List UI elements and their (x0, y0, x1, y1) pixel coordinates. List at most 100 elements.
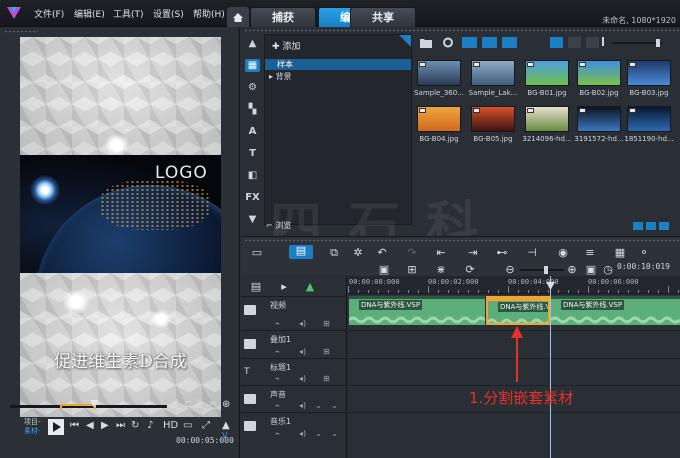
media-thumbnail[interactable] (471, 106, 515, 132)
lock-icon[interactable]: ⌁ (275, 401, 280, 410)
fullscreen-icon[interactable]: ⤢ (202, 420, 210, 431)
video-clip[interactable]: DNA与紫外线.VSP (551, 296, 680, 325)
media-thumbnail[interactable] (627, 106, 671, 132)
music-lane[interactable] (348, 412, 680, 440)
chevron-up-icon[interactable]: ▲ (222, 420, 230, 431)
zoom-in-icon[interactable]: ⊕ (565, 264, 579, 276)
zoom-out-icon[interactable]: ⊖ (503, 264, 517, 276)
tools-icon[interactable]: ✲ (351, 247, 365, 259)
record-icon[interactable]: ◉ (556, 247, 570, 259)
track-head[interactable]: 视频 ⌁ ◂) ⊞ (241, 296, 347, 330)
scroll-down-icon[interactable]: ▼ (245, 213, 260, 226)
playhead[interactable] (550, 276, 551, 458)
media-thumbnail[interactable] (417, 60, 461, 86)
graphic-icon[interactable]: ◧ (245, 169, 260, 182)
preview-timecode[interactable]: 00:00:05:000 (176, 436, 234, 446)
subtitle-icon[interactable]: ▣ (377, 264, 391, 276)
next-frame-icon[interactable]: ▶ (101, 420, 109, 431)
redo-icon[interactable]: ↷ (405, 247, 419, 259)
time-ruler[interactable]: 00:00:00:000 00:00:02:000 00:00:04:000 0… (348, 276, 680, 294)
home-tab[interactable] (227, 7, 249, 27)
play-button[interactable] (48, 419, 64, 435)
track-head[interactable]: 叠加1 ⌁ ◂) ⊞ (241, 330, 347, 358)
preview-scrubber[interactable] (10, 400, 167, 409)
track-head[interactable]: 声音 ⌁ ◂) ⌄ ⌄ (241, 385, 347, 412)
lock-icon[interactable]: ⌁ (275, 347, 280, 356)
folder-item-sample[interactable]: 样本 (265, 59, 411, 70)
timeline-duration[interactable]: 0:00:10:019 (617, 262, 670, 271)
lock-icon[interactable]: ⌁ (275, 319, 280, 328)
fit-project-icon[interactable]: ▣ (584, 264, 598, 276)
grid-icon[interactable]: ⊞ (405, 264, 419, 276)
track-options-icon[interactable]: ⊞ (323, 347, 330, 356)
track-head[interactable]: T 标题1 ⌁ ◂) ⊞ (241, 358, 347, 385)
volume-icon[interactable]: ♪ (147, 420, 153, 431)
lock-icon[interactable]: ⌁ (275, 374, 280, 383)
scissors-icon[interactable]: ✂ (209, 399, 217, 410)
media-thumbnail[interactable] (577, 60, 621, 86)
video-filter-icon[interactable] (462, 37, 477, 48)
ripple-icon[interactable]: ⇥ (466, 247, 480, 259)
audio-filter-icon[interactable] (502, 37, 517, 48)
video-clip[interactable]: DNA与紫外线.VSP (349, 296, 485, 325)
film-icon[interactable]: ▦ (613, 247, 627, 259)
aspect-icon[interactable]: ▭ (183, 420, 192, 431)
prev-frame-icon[interactable]: ◀ (86, 420, 94, 431)
tab-share[interactable]: 共享 (350, 7, 416, 27)
mixer-icon[interactable]: ≡ (583, 247, 597, 259)
tab-capture[interactable]: 捕获 (250, 7, 316, 27)
mute-icon[interactable]: ◂) (299, 374, 306, 383)
transition-icon[interactable]: ▚ (245, 103, 260, 116)
clip-mode-label[interactable]: 素材- (24, 427, 41, 435)
title-icon[interactable]: T (245, 147, 260, 160)
playback-mode-selector[interactable]: 项目- 素材- (24, 418, 41, 436)
trim-range[interactable] (60, 404, 96, 409)
add-folder-button[interactable]: ✚ 添加 (272, 39, 300, 52)
more-icon[interactable]: ⌄ (331, 429, 338, 438)
menu-settings[interactable]: 设置(S) (153, 7, 184, 20)
add-track-icon[interactable]: ▲ (303, 281, 317, 293)
library-option-icon[interactable] (646, 222, 656, 230)
video-clip-selected[interactable]: DNA与紫外线.VSP (486, 296, 550, 325)
size-icon[interactable]: HD (163, 420, 178, 431)
track-options-icon[interactable]: ⊞ (323, 319, 330, 328)
track-head[interactable]: 音乐1 ⌁ ◂) ⌄ ⌄ (241, 412, 347, 440)
chapter-icon[interactable]: ▸ (277, 281, 291, 293)
media-icon[interactable]: ▦ (245, 59, 260, 72)
media-thumbnail[interactable] (417, 106, 461, 132)
mute-icon[interactable]: ◂) (299, 429, 306, 438)
media-thumbnail[interactable] (525, 60, 569, 86)
split-audio-icon[interactable]: ⊷ (495, 247, 509, 259)
folder-icon[interactable] (420, 37, 432, 48)
menu-file[interactable]: 文件(F) (34, 7, 64, 20)
track-manager-icon[interactable]: ▤ (249, 281, 263, 293)
media-thumbnail[interactable] (627, 60, 671, 86)
mark-in-icon[interactable]: [ (175, 399, 179, 410)
track-options-icon[interactable]: ⊞ (323, 374, 330, 383)
split-icon[interactable]: ] (196, 399, 200, 410)
library-option-icon[interactable] (633, 222, 643, 230)
end-icon[interactable]: ⏭ (116, 420, 125, 431)
motion-icon[interactable]: ⋇ (434, 264, 448, 276)
settings-icon[interactable] (442, 37, 454, 48)
zoom-preview-icon[interactable]: ⊕ (222, 399, 230, 410)
thumb-size-slider[interactable] (612, 39, 662, 47)
library-option-icon[interactable] (659, 222, 669, 230)
zoom-slider[interactable] (520, 266, 564, 274)
menu-edit[interactable]: 编辑(E) (74, 7, 105, 20)
expand-icon[interactable]: ⌄ (315, 401, 322, 410)
mute-icon[interactable]: ◂) (299, 319, 306, 328)
repeat-icon[interactable]: ↻ (131, 420, 139, 431)
timeline-view-icon[interactable]: ▤ (289, 245, 313, 259)
trim-icon[interactable]: ⊣ (525, 247, 539, 259)
mute-icon[interactable]: ◂) (299, 401, 306, 410)
mark-out-icon[interactable]: ⊏ (184, 399, 192, 410)
fit-icon[interactable]: ⇤ (434, 247, 448, 259)
media-thumbnail[interactable] (471, 60, 515, 86)
project-mode-label[interactable]: 项目- (24, 418, 41, 426)
media-thumbnail[interactable] (577, 106, 621, 132)
more-icon[interactable]: ⌄ (331, 401, 338, 410)
thumbnail-view-icon[interactable] (550, 37, 563, 48)
expand-icon[interactable]: ⌄ (315, 429, 322, 438)
home-icon[interactable]: ⏮ (70, 420, 79, 431)
